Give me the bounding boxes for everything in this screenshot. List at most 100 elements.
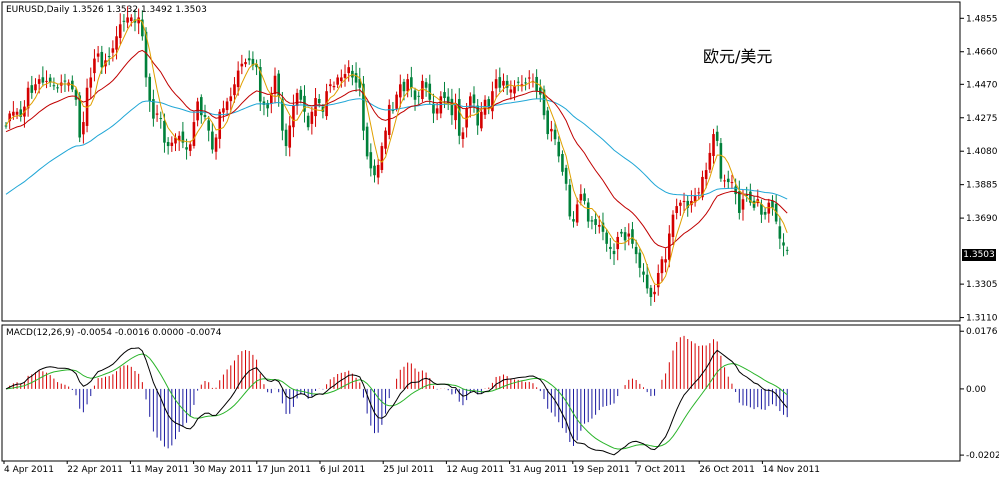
candle-body [211, 131, 214, 150]
candle-body [292, 104, 295, 128]
candle-body [398, 84, 402, 98]
candle-body [498, 77, 502, 88]
candle-body [89, 77, 93, 88]
candle-body [726, 178, 730, 183]
candle-body [78, 95, 81, 138]
candle-body [785, 249, 789, 251]
candle-body [233, 84, 236, 96]
candle-body [424, 82, 428, 88]
candle-body [675, 206, 678, 213]
candle-body [159, 118, 163, 120]
x-axis-date-label: 31 Aug 2011 [510, 465, 568, 475]
x-axis-date-label: 22 Apr 2011 [67, 465, 123, 475]
candle-body [575, 204, 579, 223]
price-y-tick-label: 1.3690 [966, 214, 998, 224]
candle-body [240, 63, 244, 67]
candle-body [723, 180, 726, 182]
candle-body [480, 111, 483, 129]
price-y-tick-label: 1.4855 [966, 14, 998, 24]
candle-body [185, 147, 188, 150]
candle-body [572, 219, 575, 222]
price-y-tick-label: 1.4275 [966, 114, 998, 124]
candle-body [579, 194, 583, 201]
candle-body [129, 17, 133, 22]
candle-body [218, 111, 222, 139]
candle-body [527, 77, 531, 79]
candle-body [461, 132, 465, 139]
candle-body [395, 94, 398, 109]
candle-body [763, 211, 767, 215]
candle-body [306, 115, 310, 128]
price-y-tick-label: 1.3885 [966, 181, 998, 191]
candle-body [671, 214, 675, 237]
candle-body [56, 87, 59, 89]
candle-body [122, 20, 126, 22]
x-axis-date-label: 14 Nov 2011 [762, 465, 820, 475]
candle-body [410, 77, 413, 88]
candle-body [52, 85, 56, 87]
candle-body [778, 226, 782, 239]
candle-body [295, 92, 299, 107]
candle-body [553, 129, 557, 140]
candle-body [487, 99, 491, 107]
candle-body [730, 182, 734, 184]
candle-body [343, 74, 347, 78]
candle-body [642, 271, 645, 275]
candle-body [314, 98, 317, 117]
candle-body [247, 58, 251, 61]
candle-body [682, 200, 686, 203]
candle-body [472, 94, 476, 104]
candle-body [623, 232, 627, 241]
candle-body [524, 82, 527, 84]
candle-body [100, 51, 104, 68]
price-y-tick-label: 1.4660 [966, 48, 998, 58]
x-axis-date-label: 4 Apr 2011 [4, 465, 54, 475]
candle-body [107, 56, 111, 58]
macd-y-tick-label: 0.00 [966, 385, 986, 395]
candle-body [782, 242, 785, 246]
candle-body [494, 79, 498, 89]
x-axis-date-label: 19 Sep 2011 [573, 465, 630, 475]
candle-body [417, 95, 421, 97]
candle-body [443, 92, 446, 99]
candle-body [557, 141, 561, 157]
x-axis-date-label: 30 May 2011 [194, 465, 253, 475]
x-axis-date-label: 17 Jun 2011 [257, 465, 311, 475]
candle-body [734, 186, 737, 195]
candle-body [550, 128, 553, 132]
candle-body [12, 111, 15, 116]
candle-body [432, 103, 435, 114]
candle-body [284, 129, 288, 147]
candle-body [568, 184, 572, 217]
candle-body [638, 252, 642, 268]
candle-body [299, 89, 303, 100]
candle-body [93, 58, 96, 74]
candle-body [288, 125, 292, 148]
candle-body [612, 250, 616, 255]
price-y-tick-label: 1.4080 [966, 147, 998, 157]
candle-body [586, 202, 590, 222]
candle-body [631, 229, 634, 244]
candle-body [609, 246, 612, 249]
candle-body [111, 48, 115, 53]
candle-body [738, 191, 741, 213]
chart-root: 1.4855 1.4660 1.4470 1.4275 1.4080 1.3885 1.36… [0, 0, 999, 478]
candle-body [340, 77, 343, 82]
candle-body [126, 17, 129, 23]
candle-body [332, 86, 336, 88]
candle-body [203, 115, 207, 117]
candle-body [509, 89, 513, 93]
candle-body [645, 274, 649, 289]
candle-body [679, 202, 682, 206]
candle-body [365, 126, 369, 157]
candle-body [634, 246, 638, 255]
candle-body [192, 122, 196, 146]
candle-body [491, 91, 494, 112]
candle-body [708, 152, 712, 170]
candle-body [336, 77, 339, 85]
candle-body [564, 167, 568, 184]
candle-body [41, 77, 45, 83]
candle-body [583, 193, 586, 201]
candle-body [402, 81, 406, 92]
candle-body [605, 232, 608, 244]
